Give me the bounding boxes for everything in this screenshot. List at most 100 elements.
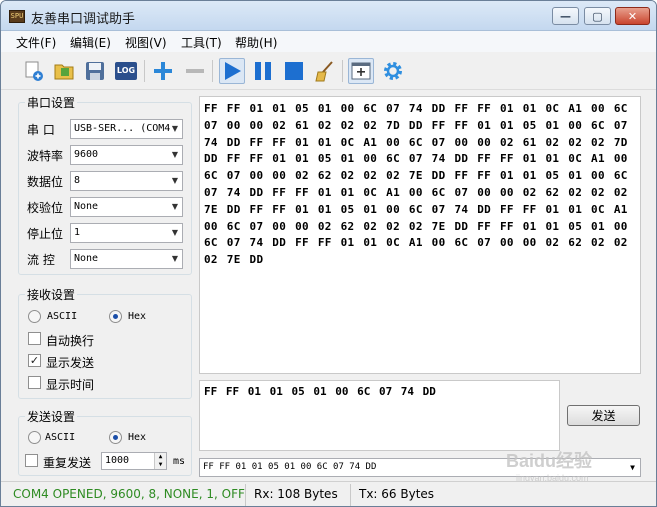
show-send-checkbox[interactable]: ✓: [28, 354, 41, 367]
receive-settings-title: 接收设置: [25, 286, 78, 303]
send-history-value: FF FF 01 01 05 01 00 6C 07 74 DD: [203, 462, 377, 472]
maximize-button[interactable]: ▢: [584, 7, 611, 25]
baud-value: 9600: [74, 149, 99, 160]
interval-input[interactable]: 1000 ▲ ▼: [101, 452, 167, 470]
start-button[interactable]: [219, 58, 245, 84]
repeat-send-label: 重复发送: [43, 456, 92, 470]
toolbar-separator: [342, 60, 343, 82]
receive-hex-radio[interactable]: [109, 310, 122, 323]
title-bar: SPU 友善串口调试助手 — ▢ ✕: [1, 1, 656, 31]
auto-newline-checkbox[interactable]: [28, 332, 41, 345]
data-bits-value: 8: [74, 175, 81, 186]
window-add-icon: [351, 62, 371, 80]
menu-edit[interactable]: 编辑(E): [70, 34, 111, 51]
checkmark-icon: ✓: [29, 354, 40, 367]
chevron-down-icon: ▼: [171, 202, 178, 211]
send-hex-label: Hex: [128, 432, 147, 443]
new-file-icon: [25, 61, 43, 81]
interval-value: 1000: [105, 455, 130, 466]
stop-bits-select[interactable]: 1 ▼: [70, 223, 183, 243]
watermark-main: Baidu经验: [506, 451, 593, 471]
baud-label: 波特率: [27, 149, 64, 163]
rx-count: Rx: 108 Bytes: [254, 487, 338, 501]
send-hex-radio[interactable]: [109, 431, 122, 444]
minus-icon: [186, 69, 204, 73]
parity-select[interactable]: None ▼: [70, 197, 183, 217]
extend-button[interactable]: [348, 58, 374, 84]
parity-label: 校验位: [27, 201, 64, 215]
menu-view[interactable]: 视图(V): [125, 34, 167, 51]
pause-icon: [255, 62, 271, 80]
chevron-down-icon[interactable]: ▼: [155, 461, 166, 469]
receive-hex-label: Hex: [128, 311, 147, 322]
flow-label: 流 控: [27, 253, 55, 267]
toolbar-separator: [144, 60, 145, 82]
add-button[interactable]: [150, 58, 176, 84]
menu-help[interactable]: 帮助(H): [235, 34, 277, 51]
baud-select[interactable]: 9600 ▼: [70, 145, 183, 165]
plus-icon: [154, 62, 172, 80]
repeat-send-checkbox[interactable]: [25, 454, 38, 467]
toolbar-separator: [212, 60, 213, 82]
stop-bits-value: 1: [74, 227, 81, 238]
show-send-label: 显示发送: [46, 356, 95, 370]
send-textarea[interactable]: FF FF 01 01 05 01 00 6C 07 74 DD: [199, 380, 560, 451]
chevron-down-icon: ▼: [171, 228, 178, 237]
receive-ascii-radio[interactable]: [28, 310, 41, 323]
broom-icon: [315, 61, 333, 82]
receive-ascii-label: ASCII: [47, 311, 78, 322]
clear-button[interactable]: [312, 58, 338, 84]
flow-select[interactable]: None ▼: [70, 249, 183, 269]
open-button[interactable]: [51, 58, 77, 84]
data-bits-select[interactable]: 8 ▼: [70, 171, 183, 191]
log-button[interactable]: LOG: [113, 58, 139, 84]
show-time-checkbox[interactable]: [28, 376, 41, 389]
minimize-button[interactable]: —: [552, 7, 579, 25]
chevron-down-icon: ▼: [630, 463, 635, 472]
log-icon: LOG: [115, 62, 137, 80]
send-ascii-label: ASCII: [45, 432, 76, 443]
port-select[interactable]: USB-SER... (COM4 ▼: [70, 119, 183, 139]
tx-count: Tx: 66 Bytes: [359, 487, 435, 501]
status-bar: COM4 OPENED, 9600, 8, NONE, 1, OFF Rx: 1…: [1, 481, 656, 506]
save-button[interactable]: [82, 58, 108, 84]
serial-settings-title: 串口设置: [25, 94, 78, 111]
app-window: SPU 友善串口调试助手 — ▢ ✕ 文件(F) 编辑(E) 视图(V) 工具(…: [0, 0, 657, 507]
flow-value: None: [74, 253, 99, 264]
app-icon: SPU: [9, 10, 25, 23]
send-button[interactable]: 发送: [567, 405, 640, 426]
chevron-down-icon: ▼: [171, 150, 178, 159]
stop-icon: [285, 62, 303, 80]
remove-button[interactable]: [182, 58, 208, 84]
send-settings-title: 发送设置: [25, 408, 78, 425]
receive-textarea[interactable]: FF FF 01 01 05 01 00 6C 07 74 DD FF FF 0…: [199, 96, 641, 374]
menu-tools[interactable]: 工具(T): [181, 34, 222, 51]
parity-value: None: [74, 201, 99, 212]
stop-button[interactable]: [281, 58, 307, 84]
chevron-down-icon: ▼: [171, 124, 178, 133]
pause-button[interactable]: [250, 58, 276, 84]
play-icon: [225, 62, 241, 80]
settings-button[interactable]: [380, 58, 406, 84]
auto-newline-label: 自动换行: [46, 334, 95, 348]
toolbar: LOG: [1, 52, 656, 90]
spin-buttons[interactable]: ▲ ▼: [154, 453, 166, 469]
status-divider: [245, 484, 246, 506]
menu-file[interactable]: 文件(F): [16, 34, 56, 51]
serial-settings-group: 串口设置 串 口 USB-SER... (COM4 ▼ 波特率 9600 ▼ 数…: [18, 94, 192, 275]
receive-settings-group: 接收设置 ASCII Hex 自动换行 ✓ 显示发送 显示时间: [18, 286, 192, 399]
baidu-watermark: Baidu经验 jingyan.baidu.com: [506, 447, 592, 483]
show-time-label: 显示时间: [46, 378, 95, 392]
port-value: USB-SER... (COM4: [74, 123, 171, 134]
minimize-icon: —: [560, 9, 571, 23]
chevron-down-icon: ▼: [171, 176, 178, 185]
stop-bits-label: 停止位: [27, 227, 64, 241]
save-icon: [86, 62, 104, 80]
chevron-up-icon[interactable]: ▲: [155, 453, 166, 461]
send-ascii-radio[interactable]: [28, 431, 41, 444]
gear-icon: [384, 62, 402, 80]
data-bits-label: 数据位: [27, 175, 64, 189]
new-button[interactable]: [21, 58, 47, 84]
close-button[interactable]: ✕: [615, 7, 650, 25]
interval-unit: ms: [173, 456, 186, 467]
